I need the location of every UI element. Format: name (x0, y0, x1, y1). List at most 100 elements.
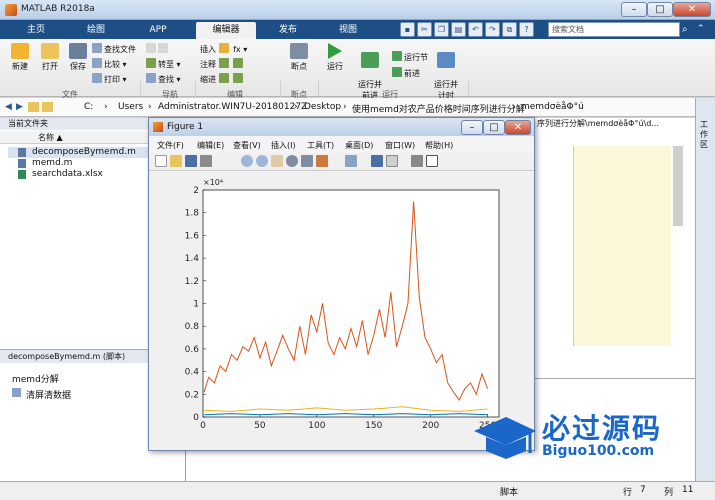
tab-apps[interactable]: APP (136, 22, 180, 39)
breakpoint-icon (290, 43, 308, 59)
minimize-button[interactable]: – (621, 2, 647, 17)
menu-view[interactable]: 查看(V) (233, 140, 261, 151)
new-figure-icon[interactable] (155, 155, 167, 167)
path-segment[interactable]: Desktop (304, 102, 341, 112)
run-button[interactable]: 运行 (322, 43, 348, 72)
path-segment[interactable]: Administrator.WIN7U-20180127Z (158, 102, 307, 112)
undo-icon[interactable]: ↶ (468, 22, 483, 37)
menu-file[interactable]: 文件(F) (157, 140, 184, 151)
advance-button[interactable]: 前进 (392, 67, 420, 79)
rotate-icon[interactable] (286, 155, 298, 167)
link-plot-icon[interactable] (345, 155, 357, 167)
compare-button[interactable]: 比较 ▾ (92, 58, 127, 70)
tab-editor[interactable]: 编辑器 (196, 22, 256, 39)
legend-icon[interactable] (386, 155, 398, 167)
arrow-left-icon (146, 43, 156, 53)
path-separator: › (104, 102, 108, 112)
comment-button[interactable]: 注释 (200, 58, 245, 70)
search-documentation-input[interactable]: 搜索文档 (548, 22, 680, 37)
browse-folder-icon[interactable] (42, 102, 53, 112)
menu-edit[interactable]: 编辑(E) (197, 140, 224, 151)
path-segment[interactable]: 使用memd对农产品价格时间序列进行分解 (352, 102, 525, 115)
menu-help[interactable]: 帮助(H) (425, 140, 453, 151)
save-button[interactable]: 保存 (64, 43, 92, 72)
path-segment[interactable]: C: (84, 102, 93, 112)
menu-tools[interactable]: 工具(T) (307, 140, 334, 151)
menu-insert[interactable]: 插入(I) (271, 140, 296, 151)
section-item[interactable]: memd分解 (12, 372, 59, 385)
open-file-icon[interactable] (170, 155, 182, 167)
y-tick-label: 1.8 (185, 209, 200, 219)
status-col-label: 列 (664, 488, 674, 498)
zoom-out-icon[interactable] (256, 155, 268, 167)
redo-icon[interactable]: ↷ (485, 22, 500, 37)
print-figure-icon[interactable] (200, 155, 212, 167)
m-file-icon (18, 159, 26, 168)
run-advance-icon (361, 52, 379, 68)
save-figure-icon[interactable] (185, 155, 197, 167)
data-cursor-icon[interactable] (301, 155, 313, 167)
forward-icon[interactable]: ▶ (16, 102, 23, 112)
run-and-time-button[interactable]: 运行并 计时 (428, 43, 464, 101)
search-icon[interactable]: ⌕ (682, 24, 688, 35)
file-name: memd.m (32, 158, 73, 168)
print-button[interactable]: 打印 ▾ (92, 73, 127, 85)
wrap-icon (233, 58, 244, 68)
section-item[interactable]: 清屏清数据 (26, 388, 71, 401)
advance-label: 前进 (404, 69, 420, 78)
close-button[interactable]: ✕ (673, 2, 711, 17)
path-segment[interactable]: memdσèåΦ°ú (521, 102, 584, 112)
x-tick-label: 0 (200, 421, 206, 431)
figure-icon (153, 122, 163, 132)
zoom-in-icon[interactable] (241, 155, 253, 167)
go-back-icon[interactable] (146, 43, 170, 55)
indent-button[interactable]: 缩进 (200, 73, 245, 85)
goto-button[interactable]: 转至 ▾ (146, 58, 181, 70)
run-section-button[interactable]: 运行节 (392, 51, 428, 63)
find-files-button[interactable]: 查找文件 (92, 43, 136, 55)
open-button[interactable]: 打开 (36, 43, 64, 72)
insert-label: 插入 (200, 45, 216, 54)
tab-view[interactable]: 视图 (326, 22, 370, 39)
x-tick-label: 150 (365, 421, 382, 431)
breakpoints-label: 断点 (291, 62, 307, 71)
back-icon[interactable]: ◀ (5, 102, 12, 112)
folder-up-icon[interactable] (28, 102, 39, 112)
matlab-logo-icon (5, 4, 17, 16)
figure-window[interactable]: Figure 1 – □ ✕ 文件(F) 编辑(E) 查看(V) 插入(I) 工… (148, 117, 535, 451)
menu-window[interactable]: 窗口(W) (385, 140, 415, 151)
brand-name: 必过源码 (542, 412, 663, 445)
switch-windows-icon[interactable]: ⧉ (502, 22, 517, 37)
maximize-button[interactable]: □ (647, 2, 673, 17)
tab-home[interactable]: 主页 (14, 22, 58, 39)
path-separator: › (512, 102, 516, 112)
insert-icon (218, 43, 229, 53)
hide-tools-icon[interactable] (411, 155, 423, 167)
path-segment[interactable]: Users (118, 102, 143, 112)
tab-publish[interactable]: 发布 (266, 22, 310, 39)
menu-desktop[interactable]: 桌面(D) (345, 140, 373, 151)
pan-icon[interactable] (271, 155, 283, 167)
brush-icon[interactable] (316, 155, 328, 167)
cut-icon[interactable]: ✂ (417, 22, 432, 37)
find-button[interactable]: 查找 ▾ (146, 73, 181, 85)
figure-maximize-button[interactable]: □ (483, 120, 505, 135)
colorbar-icon[interactable] (371, 155, 383, 167)
paste-icon[interactable]: ▤ (451, 22, 466, 37)
tab-plots[interactable]: 绘图 (74, 22, 118, 39)
editor-scrollbar[interactable] (673, 146, 683, 226)
breakpoints-button[interactable]: 断点 (286, 43, 312, 72)
help-icon[interactable]: ? (519, 22, 534, 37)
new-button[interactable]: 新建 (6, 43, 34, 72)
collapse-ribbon-icon[interactable]: ⌃ (697, 24, 705, 34)
find-files-icon (92, 43, 102, 53)
figure-minimize-button[interactable]: – (461, 120, 483, 135)
figure-close-button[interactable]: ✕ (505, 120, 531, 135)
save-icon[interactable]: ▪ (400, 22, 415, 37)
show-tools-icon[interactable] (426, 155, 438, 167)
run-icon (328, 43, 342, 59)
y-tick-label: 1.2 (185, 277, 199, 287)
status-row-label: 行 (623, 488, 633, 498)
copy-icon[interactable]: ❐ (434, 22, 449, 37)
insert-button[interactable]: 插入 fx ▾ (200, 43, 247, 55)
